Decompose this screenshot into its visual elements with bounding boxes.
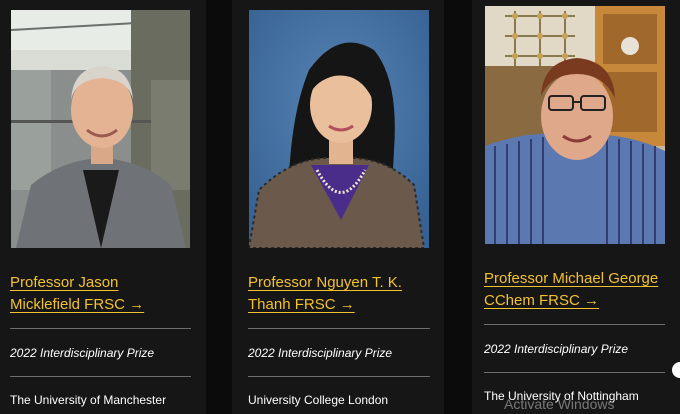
- prize-label: 2022 Interdisciplinary Prize: [248, 346, 393, 360]
- winner-card: Professor Jason Micklefield FRSC → 2022 …: [0, 0, 206, 414]
- winner-photo: [485, 6, 665, 244]
- card-gap: [206, 0, 232, 414]
- winner-name-line2: Micklefield FRSC →: [10, 296, 145, 313]
- winner-name-line1: Professor Nguyen T. K.: [248, 274, 402, 291]
- card-gap: [444, 0, 472, 414]
- winner-name-line1: Professor Jason: [10, 274, 119, 291]
- prize-label: 2022 Interdisciplinary Prize: [10, 346, 155, 360]
- winner-photo: [11, 10, 190, 248]
- activate-windows-watermark: Activate Windows: [504, 396, 615, 412]
- winner-name-line1: Professor Michael George: [484, 270, 659, 287]
- university-label: The University of Manchester: [10, 393, 167, 407]
- winner-name-line2: Thanh FRSC →: [248, 296, 355, 313]
- divider: [484, 372, 665, 373]
- prize-label: 2022 Interdisciplinary Prize: [484, 342, 629, 356]
- university-label: University College London: [248, 393, 389, 407]
- divider: [10, 376, 191, 377]
- winner-name-link[interactable]: Professor Nguyen T. K. Thanh FRSC →: [248, 272, 442, 316]
- divider: [248, 328, 430, 329]
- winner-card: Professor Michael George CChem FRSC → 20…: [472, 0, 680, 414]
- divider: [10, 328, 191, 329]
- winner-card: Professor Nguyen T. K. Thanh FRSC → 2022…: [232, 0, 444, 414]
- winner-name-link[interactable]: Professor Jason Micklefield FRSC →: [10, 272, 200, 316]
- winner-name-link[interactable]: Professor Michael George CChem FRSC →: [484, 268, 680, 312]
- divider: [248, 376, 430, 377]
- divider: [484, 324, 665, 325]
- winner-name-line2: CChem FRSC →: [484, 292, 600, 309]
- winner-photo: [249, 10, 429, 248]
- prize-winners-page: Professor Jason Micklefield FRSC → 2022 …: [0, 0, 680, 414]
